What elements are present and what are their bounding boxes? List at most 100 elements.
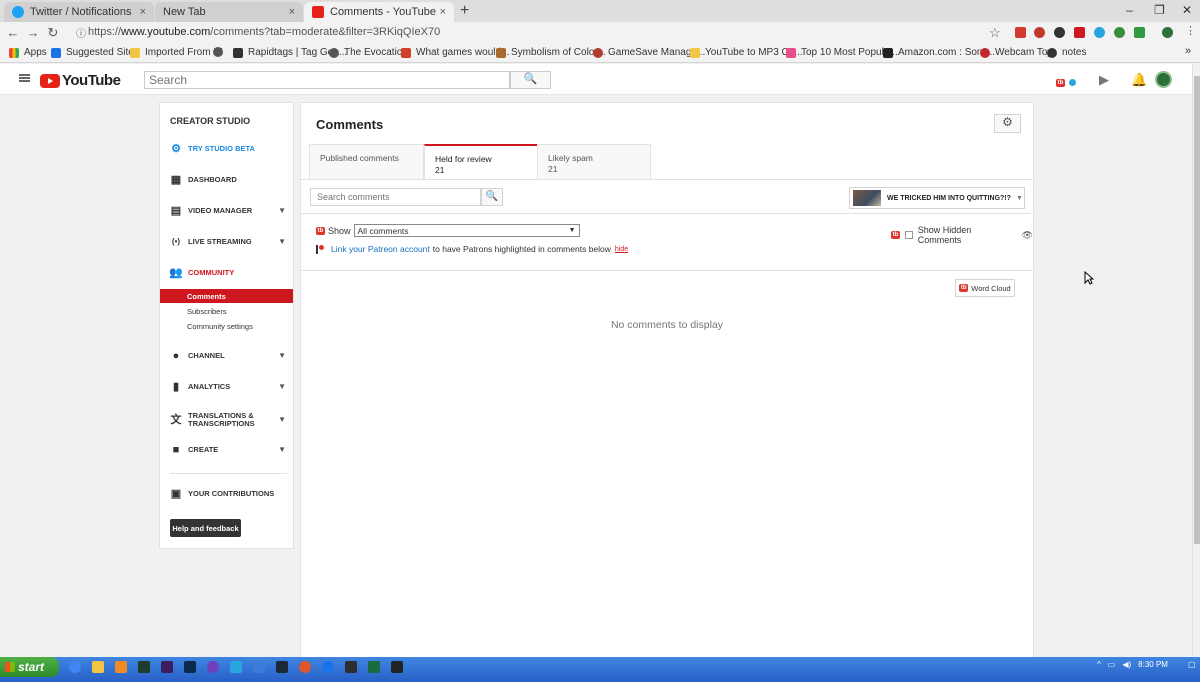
minimize-button[interactable]: – [1126, 3, 1133, 17]
sidebar-item-try-studio-beta[interactable]: ⚙ TRY STUDIO BETA [170, 142, 286, 156]
sidebar-item-create[interactable]: ■ CREATE ▼ [170, 443, 286, 457]
hide-patreon-notice-link[interactable]: hide [615, 246, 628, 253]
show-filter-select[interactable]: All comments ▼ [353, 224, 580, 237]
photoshop-taskbar-icon[interactable] [184, 661, 196, 673]
tab-new-tab[interactable]: New Tab × [155, 2, 303, 22]
page-scrollbar[interactable] [1192, 64, 1200, 656]
network-icon[interactable]: ▭ [1108, 660, 1116, 669]
back-button[interactable]: ← [3, 25, 23, 40]
tubebuddy-icon[interactable] [1074, 27, 1085, 38]
close-tab-icon[interactable]: × [440, 6, 446, 18]
show-hidden-checkbox[interactable] [904, 231, 913, 239]
app-taskbar-icon[interactable] [230, 661, 242, 673]
extension-icon[interactable] [1114, 27, 1125, 38]
show-hidden-icons-icon[interactable]: ^ [1097, 660, 1101, 669]
extension-icon[interactable] [1134, 27, 1145, 38]
profile-avatar-icon[interactable] [1162, 27, 1173, 38]
sidebar-item-channel[interactable]: ● CHANNEL ▼ [170, 349, 286, 363]
reload-button[interactable]: ↻ [43, 25, 63, 41]
search-comments-button[interactable]: 🔍 [481, 188, 503, 206]
extension-icon[interactable] [1015, 27, 1026, 38]
explorer-taskbar-icon[interactable] [92, 661, 104, 673]
app-taskbar-icon[interactable] [345, 661, 357, 673]
close-tab-icon[interactable]: × [140, 6, 146, 18]
adblock-icon[interactable] [1034, 27, 1045, 38]
app-taskbar-icon[interactable] [322, 661, 334, 673]
youtube-logo[interactable]: YouTube [40, 72, 121, 89]
bookmarks-overflow[interactable]: » [1185, 45, 1191, 57]
extension-icon[interactable] [1054, 27, 1065, 38]
notifications-icon[interactable]: ▢ [1188, 660, 1196, 669]
sidebar-item-community[interactable]: 👥 COMMUNITY [169, 266, 286, 280]
account-avatar[interactable] [1155, 71, 1172, 88]
bookmark-item[interactable]: Suggested Sites [51, 47, 139, 58]
bookmark-item[interactable]: Amazon.com : Sony... [883, 47, 995, 58]
chevron-down-icon[interactable]: ▼ [278, 383, 286, 391]
tab-comments-youtube[interactable]: Comments - YouTube × [304, 2, 454, 22]
chevron-down-icon[interactable]: ▼ [278, 238, 286, 246]
settings-gear-button[interactable]: ⚙ [994, 114, 1021, 133]
bookmark-item[interactable]: Top 10 Most Popula... [786, 47, 898, 58]
maximize-button[interactable]: ❐ [1154, 3, 1165, 17]
sidebar-item-your-contributions[interactable]: ▣ YOUR CONTRIBUTIONS [170, 487, 286, 501]
bookmark-item[interactable] [213, 47, 228, 57]
app-taskbar-icon[interactable] [253, 661, 265, 673]
steam-taskbar-icon[interactable] [276, 661, 288, 673]
video-filter-dropdown[interactable]: WE TRICKED HIM INTO QUITTING?!? T... ▼ [849, 187, 1025, 209]
sidebar-item-dashboard[interactable]: ▦ DASHBOARD [170, 173, 286, 187]
search-comments-input[interactable] [310, 188, 481, 206]
bookmark-item[interactable]: Symbolism of Color... [496, 47, 605, 58]
menu-icon[interactable]: ⋮ [1185, 24, 1196, 37]
link-patreon-account[interactable]: Link your Patreon account [331, 244, 430, 254]
url-field[interactable]: https://www.youtube.com/comments?tab=mod… [88, 26, 440, 38]
clock[interactable]: 8:30 PM [1138, 660, 1168, 669]
search-button[interactable]: 🔍 [510, 71, 551, 89]
upload-video-icon[interactable]: ▶ [1099, 72, 1109, 88]
close-window-button[interactable]: ✕ [1182, 3, 1192, 17]
chevron-down-icon[interactable]: ▼ [278, 416, 286, 424]
extension-icon[interactable] [1094, 27, 1105, 38]
bookmark-item[interactable]: notes [1047, 47, 1086, 58]
bookmark-star-icon[interactable]: ☆ [989, 25, 1001, 41]
discord-taskbar-icon[interactable] [207, 661, 219, 673]
sidebar-item-video-manager[interactable]: ▤ VIDEO MANAGER ▼ [170, 204, 286, 218]
sidebar-subitem-comments[interactable]: Comments [160, 289, 293, 303]
app-taskbar-icon[interactable] [138, 661, 150, 673]
chevron-down-icon[interactable]: ▼ [278, 207, 286, 215]
chrome-taskbar-icon[interactable] [69, 661, 81, 673]
bookmark-item[interactable]: GameSave Manage... [593, 47, 705, 58]
premiere-taskbar-icon[interactable] [161, 661, 173, 673]
tab-twitter[interactable]: Twitter / Notifications × [4, 2, 154, 22]
chevron-down-icon[interactable]: ▼ [278, 352, 286, 360]
youtube-search-input[interactable] [144, 71, 510, 89]
hamburger-menu-icon[interactable] [19, 74, 30, 82]
tubebuddy-header-icon[interactable]: tb [1056, 74, 1076, 89]
app-taskbar-icon[interactable] [391, 661, 403, 673]
forward-button[interactable]: → [23, 25, 43, 40]
word-cloud-button[interactable]: tb Word Cloud [955, 279, 1015, 297]
notifications-bell-icon[interactable]: 🔔 [1131, 72, 1147, 88]
tab-published-comments[interactable]: Published comments [309, 144, 424, 179]
app-taskbar-icon[interactable] [299, 661, 311, 673]
sidebar-subitem-subscribers[interactable]: Subscribers [160, 304, 293, 318]
sidebar-subitem-community-settings[interactable]: Community settings [160, 319, 293, 333]
bookmark-item[interactable]: What games would... [401, 47, 509, 58]
new-tab-button[interactable]: + [460, 3, 469, 19]
volume-icon[interactable]: ◀) [1122, 660, 1131, 669]
bookmark-item[interactable]: Imported From IE [130, 47, 223, 58]
close-tab-icon[interactable]: × [289, 6, 295, 18]
sidebar-item-live-streaming[interactable]: (•) LIVE STREAMING ▼ [170, 235, 286, 249]
tab-likely-spam[interactable]: Likely spam 21 [537, 144, 651, 179]
tab-held-for-review[interactable]: Held for review 21 [424, 144, 538, 180]
vlc-taskbar-icon[interactable] [115, 661, 127, 673]
help-and-feedback-button[interactable]: Help and feedback [170, 519, 241, 537]
scrollbar-thumb[interactable] [1194, 76, 1200, 544]
bookmark-item[interactable]: The Evocation [329, 47, 408, 58]
bookmark-item[interactable]: Webcam Toy [980, 47, 1052, 58]
sidebar-item-translations[interactable]: 文 TRANSLATIONS & TRANSCRIPTIONS ▼ [170, 411, 287, 429]
bookmark-apps[interactable]: Apps [9, 47, 47, 58]
start-button[interactable]: start [0, 657, 59, 677]
app-taskbar-icon[interactable] [368, 661, 380, 673]
chevron-down-icon[interactable]: ▼ [278, 446, 286, 454]
sidebar-item-analytics[interactable]: ▮ ANALYTICS ▼ [170, 380, 286, 394]
